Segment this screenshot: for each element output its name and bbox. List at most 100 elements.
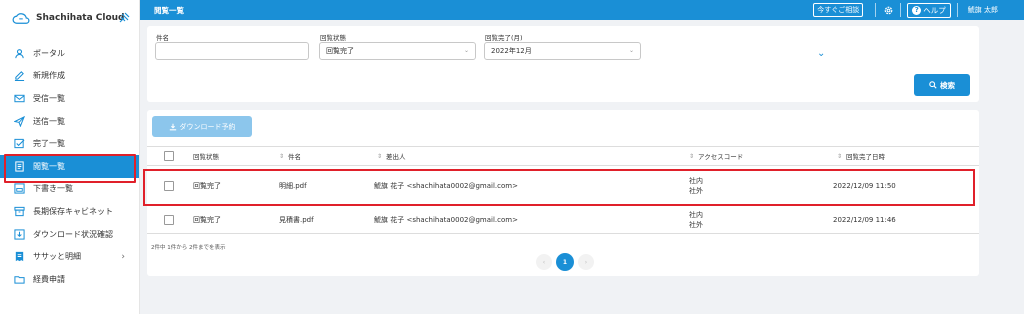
sidebar-item-new[interactable]: 新規作成 <box>0 65 139 88</box>
row-subject[interactable]: 見積書.pdf <box>279 207 314 233</box>
column-status: 回覧状態 <box>193 153 219 161</box>
access-inner: 社内 <box>689 211 703 219</box>
sidebar-item-drafts[interactable]: 下書き一覧 <box>0 178 139 201</box>
sidebar-item-label: 閲覧一覧 <box>33 161 65 171</box>
status-select-value: 回覧完了 <box>326 47 354 55</box>
row-checkbox[interactable] <box>164 215 174 225</box>
sidebar-item-download-status[interactable]: ダウンロード状況確認 <box>0 223 139 246</box>
sidebar-item-label: 受信一覧 <box>33 93 65 103</box>
column-completed-at-label: 回覧完了日時 <box>846 153 886 161</box>
sidebar-item-portal[interactable]: ポータル <box>0 42 139 65</box>
search-button-label: 検索 <box>940 80 955 90</box>
sidebar: Shachihata Cloud ポータル 新規作成 受信一覧 送信一覧 完了一… <box>0 0 140 314</box>
row-access-code: 社内 社外 <box>689 207 703 233</box>
mail-icon <box>14 93 25 104</box>
cloud-logo-icon <box>12 11 30 25</box>
column-access-code-label: アクセスコード <box>698 153 744 161</box>
chevron-down-icon: ⌄ <box>628 47 634 54</box>
document-icon <box>14 161 25 172</box>
row-sender: 鯱旗 花子 <shachihata0002@gmail.com> <box>374 216 518 224</box>
help-label: ヘルプ <box>923 5 946 15</box>
send-icon <box>14 115 25 127</box>
sidebar-item-viewed[interactable]: 閲覧一覧 <box>0 153 139 183</box>
row-highlight-frame <box>143 169 975 206</box>
sidebar-item-cabinet[interactable]: 長期保存キャビネット <box>0 200 139 223</box>
sort-icon: ⇕ <box>377 152 383 160</box>
draft-icon <box>14 183 25 194</box>
sidebar-item-received[interactable]: 受信一覧 <box>0 87 139 110</box>
help-icon: ? <box>912 5 922 15</box>
sort-icon: ⇕ <box>837 152 843 160</box>
next-page-button[interactable]: › <box>578 254 594 270</box>
sidebar-item-label: 送信一覧 <box>33 116 65 126</box>
top-bar: 閲覧一覧 今すぐご相談 ? ヘルプ 鯱旗 太郎 <box>140 0 1024 20</box>
table-header: 回覧状態 ⇕ 件名 ⇕ 差出人 ⇕ アクセスコード ⇕ 回覧完了日時 <box>147 146 979 166</box>
sidebar-item-label: ダウンロード状況確認 <box>33 229 113 239</box>
subject-input[interactable] <box>155 42 309 60</box>
cabinet-icon <box>14 206 25 217</box>
access-outer: 社外 <box>689 221 703 229</box>
sidebar-item-label: ササッと明細 <box>33 252 81 262</box>
sidebar-menu: ポータル 新規作成 受信一覧 送信一覧 完了一覧 閲覧一覧 下書き一覧 長期保存… <box>0 42 139 291</box>
prev-page-button[interactable]: ‹ <box>536 254 552 270</box>
download-box-icon <box>14 228 25 240</box>
chevron-down-icon: ⌄ <box>463 47 469 54</box>
search-icon <box>929 81 937 89</box>
column-sender[interactable]: ⇕ 差出人 <box>377 147 406 165</box>
pin-icon[interactable] <box>118 12 130 24</box>
row-completed-at: 2022/12/09 11:46 <box>833 216 896 224</box>
chevron-right-icon: › <box>121 251 125 262</box>
column-completed-at[interactable]: ⇕ 回覧完了日時 <box>837 147 885 165</box>
completed-month-label: 回覧完了(月) <box>485 34 523 42</box>
sidebar-item-label: 完了一覧 <box>33 139 65 149</box>
page-1-button[interactable]: 1 <box>556 253 574 271</box>
divider <box>875 3 877 17</box>
brand[interactable]: Shachihata Cloud <box>0 0 139 36</box>
column-sender-label: 差出人 <box>386 153 406 161</box>
sidebar-item-label: 新規作成 <box>33 71 65 81</box>
receipt-icon <box>14 251 25 262</box>
checkbox-icon <box>14 138 25 149</box>
sidebar-item-sent[interactable]: 送信一覧 <box>0 110 139 133</box>
sidebar-item-label: 長期保存キャビネット <box>33 206 113 216</box>
completed-month-select[interactable]: 2022年12月 ⌄ <box>484 42 641 60</box>
search-button[interactable]: 検索 <box>914 74 970 96</box>
sidebar-item-label: 経費申請 <box>33 274 65 284</box>
top-bar-actions: 今すぐご相談 ? ヘルプ 鯱旗 太郎 <box>813 0 1024 20</box>
status-select[interactable]: 回覧完了 ⌄ <box>319 42 476 60</box>
status-label: 回覧状態 <box>320 34 346 42</box>
column-subject-label: 件名 <box>288 153 302 161</box>
sidebar-item-label: 下書き一覧 <box>33 184 73 194</box>
sidebar-item-sasatto[interactable]: ササッと明細 › <box>0 245 139 268</box>
completed-month-value: 2022年12月 <box>491 47 532 55</box>
sort-icon: ⇕ <box>279 152 285 160</box>
sidebar-item-expense[interactable]: 経費申請 <box>0 268 139 291</box>
user-icon <box>14 48 25 59</box>
folder-icon <box>14 274 25 285</box>
download-reserve-label: ダウンロード予約 <box>179 122 236 131</box>
table-row[interactable]: 回覧完了 見積書.pdf 鯱旗 花子 <shachihata0002@gmail… <box>147 207 979 234</box>
download-icon <box>169 123 176 130</box>
sidebar-item-completed[interactable]: 完了一覧 <box>0 132 139 155</box>
pen-icon <box>14 70 25 82</box>
result-count-text: 2件中 1件から 2件までを表示 <box>151 245 226 251</box>
page-title: 閲覧一覧 <box>154 5 184 15</box>
divider <box>956 3 958 17</box>
consult-button[interactable]: 今すぐご相談 <box>813 3 864 17</box>
expand-filters-icon[interactable]: ⌄ <box>817 48 825 59</box>
sort-icon: ⇕ <box>689 152 695 160</box>
brand-name: Shachihata Cloud <box>36 13 125 23</box>
subject-label: 件名 <box>156 34 169 42</box>
search-panel: 件名 回覧状態 回覧完了 ⌄ 回覧完了(月) 2022年12月 ⌄ ⌄ 検索 <box>147 26 979 102</box>
gear-icon[interactable] <box>882 4 894 16</box>
divider <box>900 3 902 17</box>
download-reserve-button[interactable]: ダウンロード予約 <box>152 116 252 137</box>
help-button[interactable]: ? ヘルプ <box>907 2 951 18</box>
column-subject[interactable]: ⇕ 件名 <box>279 147 301 165</box>
sidebar-item-label: ポータル <box>33 48 65 58</box>
pagination: ‹ 1 › <box>534 253 596 271</box>
column-access-code[interactable]: ⇕ アクセスコード <box>689 147 743 165</box>
user-name[interactable]: 鯱旗 太郎 <box>968 5 998 15</box>
select-all-checkbox[interactable] <box>164 151 174 161</box>
row-status: 回覧完了 <box>193 216 221 224</box>
